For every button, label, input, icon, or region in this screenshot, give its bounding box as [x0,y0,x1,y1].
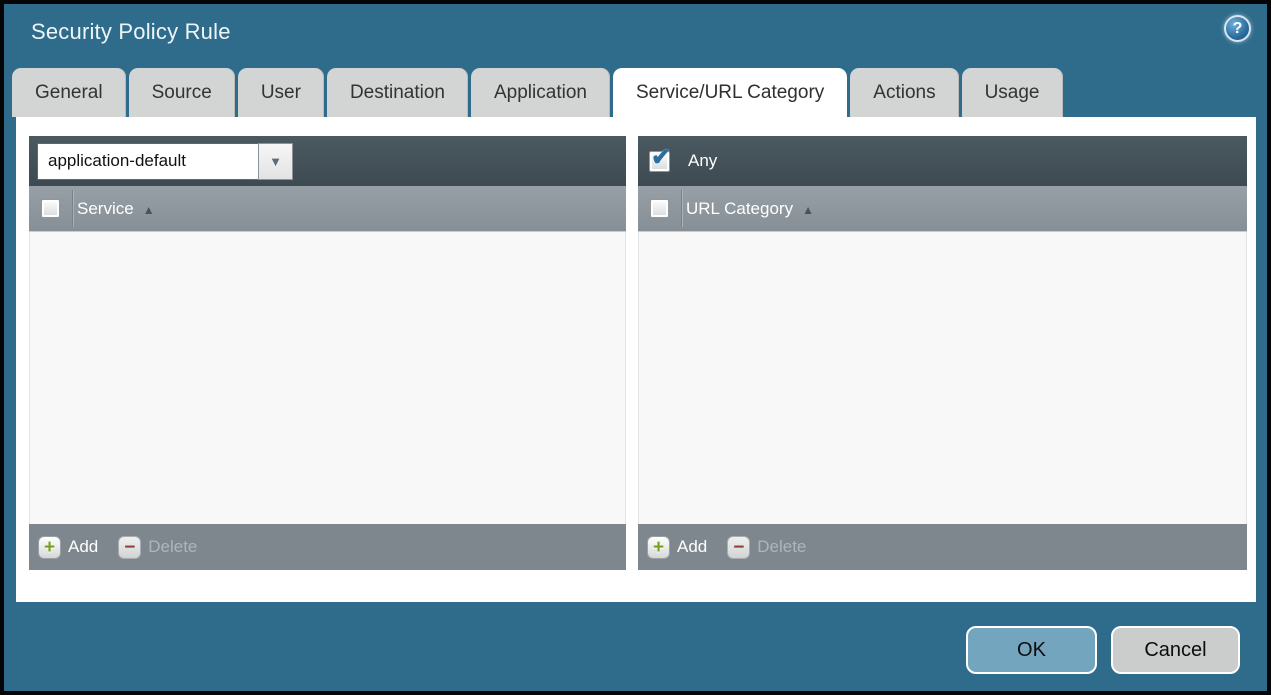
service-panel-toolbar: ▼ [29,136,626,186]
help-icon[interactable]: ? [1224,15,1251,42]
any-checkbox[interactable]: ✔ [649,144,671,172]
delete-button-label: Delete [148,537,198,556]
service-delete-button[interactable]: − Delete [118,535,198,559]
service-panel-footer: + Add − Delete [29,524,626,570]
delete-button-label: Delete [757,537,807,556]
service-select-all-checkbox[interactable] [41,199,60,218]
service-column-header: Service [77,198,134,218]
check-icon: ✔ [651,143,672,171]
chevron-down-icon[interactable]: ▼ [258,142,293,180]
url-category-add-button[interactable]: + Add [647,535,708,559]
header-divider [73,190,74,227]
header-divider [682,190,683,227]
service-table-header: Service ▲ [29,186,626,232]
add-button-label: Add [677,537,708,556]
service-add-button[interactable]: + Add [38,535,99,559]
any-checkbox-label: Any [688,151,718,170]
tab-content: ▼ Service ▲ + Add [16,117,1256,602]
minus-icon: − [118,535,142,559]
service-list[interactable] [29,232,626,524]
help-icon-glyph: ? [1232,19,1243,37]
url-category-delete-button[interactable]: − Delete [727,535,807,559]
sort-asc-icon[interactable]: ▲ [143,201,155,217]
add-button-label: Add [68,537,99,556]
tab-destination[interactable]: Destination [326,68,468,117]
plus-icon: + [38,535,61,559]
security-policy-rule-dialog: Security Policy Rule ? General Source Us… [0,0,1271,695]
tab-user[interactable]: User [237,68,324,117]
url-category-select-all-checkbox[interactable] [650,199,669,218]
service-type-dropdown[interactable]: ▼ [37,142,293,180]
tab-application[interactable]: Application [471,68,610,117]
service-panel: ▼ Service ▲ + Add [29,136,626,570]
tab-service-url-category[interactable]: Service/URL Category [612,68,848,117]
service-type-dropdown-value[interactable] [37,142,258,180]
tab-usage[interactable]: Usage [961,68,1063,117]
url-category-column-header: URL Category [686,198,794,218]
minus-icon: − [727,535,751,559]
cancel-button[interactable]: Cancel [1111,626,1240,674]
page-title: Security Policy Rule [31,19,231,44]
tab-bar: General Source User Destination Applicat… [12,68,1063,117]
ok-button[interactable]: OK [966,626,1097,674]
tab-actions[interactable]: Actions [850,68,959,117]
sort-asc-icon[interactable]: ▲ [802,201,814,217]
url-category-table-header: URL Category ▲ [638,186,1247,232]
url-category-panel-footer: + Add − Delete [638,524,1247,570]
url-category-panel-toolbar: ✔ Any [638,136,1247,186]
tab-general[interactable]: General [12,68,126,117]
url-category-panel: ✔ Any URL Category ▲ + Add − Delete [638,136,1247,570]
plus-icon: + [647,535,670,559]
url-category-list[interactable] [638,232,1247,524]
tab-source[interactable]: Source [128,68,235,117]
title-bar: Security Policy Rule ? [4,4,1267,62]
